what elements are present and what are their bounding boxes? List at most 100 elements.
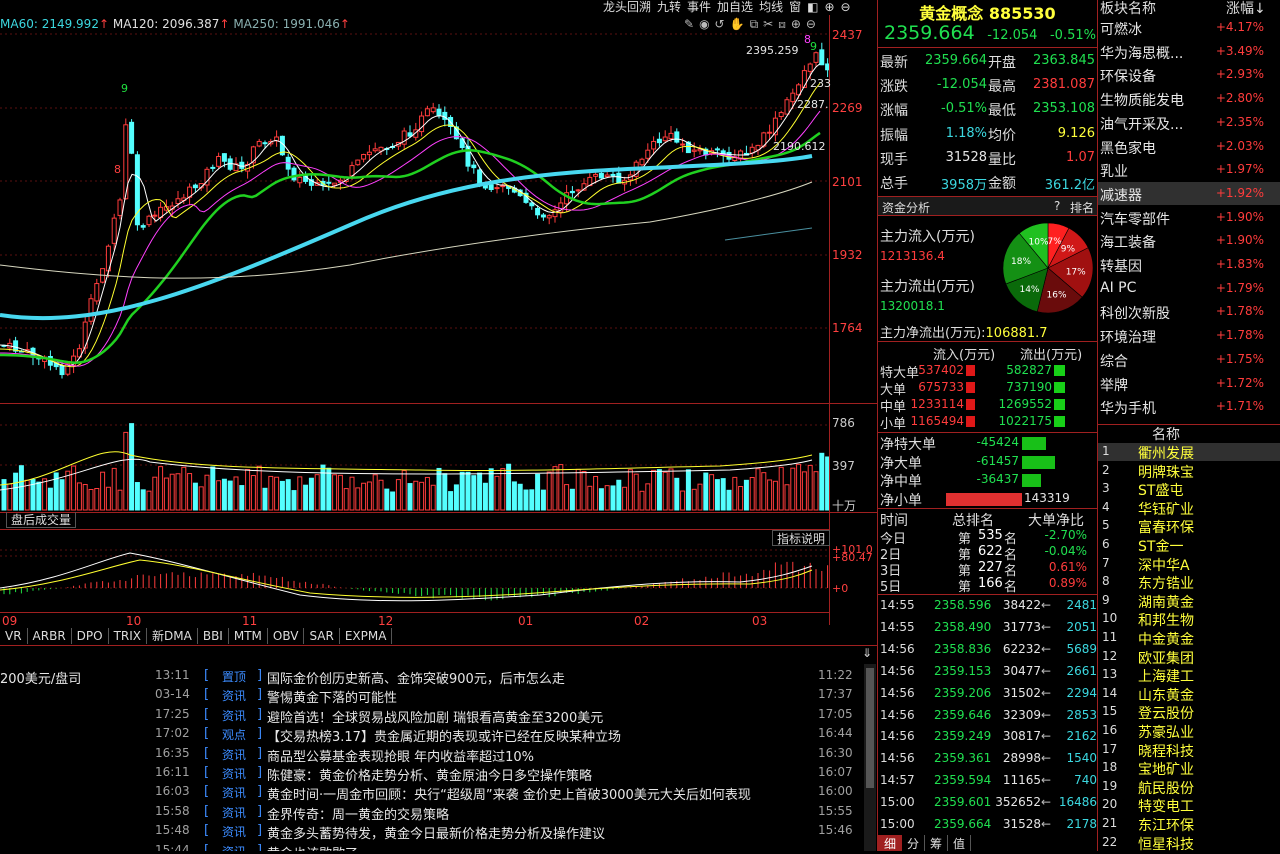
stock-row[interactable]: 5 富春环保 <box>1098 517 1280 536</box>
flow-out-bar <box>1054 399 1065 410</box>
sector-row[interactable]: AI PC +1.79% <box>1098 277 1280 300</box>
tick-time: 14:56 <box>880 641 915 656</box>
net-bar <box>1022 474 1041 487</box>
stock-row[interactable]: 11 中金黄金 <box>1098 629 1280 648</box>
stock-row[interactable]: 2 明牌珠宝 <box>1098 462 1280 481</box>
news-item[interactable]: 13:11 [置顶] 国际金价创历史新高、金饰突破900元，后市怎么走 11:22 <box>0 668 862 687</box>
stock-row[interactable]: 4 华钰矿业 <box>1098 499 1280 518</box>
news-scrollbar[interactable] <box>864 664 876 851</box>
sector-row[interactable]: 油气开采及... +2.35% <box>1098 111 1280 134</box>
sector-row[interactable]: 生物质能发电 +2.80% <box>1098 87 1280 110</box>
volume-bar <box>59 479 65 511</box>
indicator-tab-trix[interactable]: TRIX <box>109 628 148 644</box>
tick-price: 2359.664 <box>934 817 992 831</box>
indicator-tab-arbr[interactable]: ARBR <box>28 628 72 644</box>
rank-button[interactable]: 排名 <box>1070 199 1094 216</box>
news-item[interactable]: 03-14 [资讯] 警惕黄金下落的可能性 17:37 <box>0 687 862 706</box>
stock-row[interactable]: 15 登云股份 <box>1098 703 1280 722</box>
news-title[interactable]: 黄金多头蓄势待发，黄金今日最新价格走势分析及操作建议 <box>267 823 605 842</box>
indicator-tab-obv[interactable]: OBV <box>268 628 305 644</box>
stock-row[interactable]: 3 ST盛屯 <box>1098 480 1280 499</box>
sector-pct: +1.72% <box>1215 375 1264 390</box>
collapse-arrow-icon[interactable]: ⇓ <box>862 646 872 660</box>
indicator-tab-newdma[interactable]: 新DMA <box>147 628 198 644</box>
stock-row[interactable]: 21 东江环保 <box>1098 815 1280 834</box>
volume-bar <box>523 489 529 511</box>
stock-row[interactable]: 14 山东黄金 <box>1098 685 1280 704</box>
sector-row[interactable]: 环保设备 +2.93% <box>1098 63 1280 86</box>
stock-row[interactable]: 20 特变电工 <box>1098 796 1280 815</box>
volume-bar <box>100 471 106 511</box>
news-title[interactable]: 【交易热榜3.17】贵金属近期的表现或许已经在反映某种立场 <box>267 726 621 745</box>
indicator-tab-mtm[interactable]: MTM <box>229 628 268 644</box>
stock-row[interactable]: 9 湖南黄金 <box>1098 592 1280 611</box>
volume-bar <box>227 480 233 511</box>
news-item[interactable]: 17:02 [观点] 【交易热榜3.17】贵金属近期的表现或许已经在反映某种立场 16… <box>0 726 862 745</box>
news-title[interactable]: 黄金时间·一周金市回顾：央行“超级周”来袭 金价史上首破3000美元大关后如何表… <box>267 784 751 803</box>
stock-row[interactable]: 10 和邦生物 <box>1098 610 1280 629</box>
sector-row[interactable]: 环境治理 +1.78% <box>1098 324 1280 347</box>
stock-row[interactable]: 19 航民股份 <box>1098 778 1280 797</box>
news-item[interactable]: 15:48 [资讯] 黄金多头蓄势待发，黄金今日最新价格走势分析及操作建议 15:46 <box>0 823 862 842</box>
tab-minute[interactable]: 分 <box>902 835 926 851</box>
news-item[interactable]: 16:35 [资讯] 商品型公募基金表现抢眼 年内收益率超过10% 16:30 <box>0 746 862 765</box>
stock-row[interactable]: 12 欧亚集团 <box>1098 648 1280 667</box>
news-title[interactable]: 陈健豪：黄金价格走势分析、黄金原油今日多空操作策略 <box>267 765 592 784</box>
indicator-tab-sar[interactable]: SAR <box>304 628 340 644</box>
indicator-help-button[interactable]: 指标说明 <box>772 530 831 546</box>
indicator-tab-expma[interactable]: EXPMA <box>340 628 393 644</box>
indicator-tab-dpo[interactable]: DPO <box>72 628 109 644</box>
sector-row[interactable]: 华为海思概... +3.49% <box>1098 40 1280 63</box>
sector-row[interactable]: 举牌 +1.72% <box>1098 372 1280 395</box>
sector-row[interactable]: 可燃冰 +4.17% <box>1098 16 1280 39</box>
tab-value[interactable]: 值 <box>948 835 972 851</box>
news-item[interactable]: 16:03 [资讯] 黄金时间·一周金市回顾：央行“超级周”来袭 金价史上首破300… <box>0 784 862 803</box>
tick-volume: 30477 <box>1002 663 1041 678</box>
stock-row[interactable]: 1 衢州发展 <box>1098 443 1280 462</box>
sector-row[interactable]: 乳业 +1.97% <box>1098 158 1280 181</box>
stock-row[interactable]: 22 恒星科技 <box>1098 834 1280 853</box>
news-item[interactable]: 16:11 [资讯] 陈健豪：黄金价格走势分析、黄金原油今日多空操作策略 16:07 <box>0 765 862 784</box>
volume-tab[interactable]: 盘后成交量 <box>6 512 77 528</box>
news-item[interactable]: 15:58 [资讯] 金界传奇：周一黄金的交易策略 15:55 <box>0 804 862 823</box>
news-item[interactable]: 15:44 [资讯] 黄金也该歇歇了 <box>0 843 862 851</box>
news-item[interactable]: 17:25 [资讯] 避险首选！全球贸易战风险加剧 瑞银看高黄金至3200美元 17:… <box>0 707 862 726</box>
stock-index: 8 <box>1102 574 1110 589</box>
volume-bar <box>204 474 210 511</box>
volume-bar <box>558 464 564 511</box>
ma-line <box>0 63 821 367</box>
news-title[interactable]: 警惕黄金下落的可能性 <box>267 687 397 706</box>
news-title[interactable]: 避险首选！全球贸易战风险加剧 瑞银看高黄金至3200美元 <box>267 707 603 726</box>
stat-value: 9.126 <box>1057 125 1095 141</box>
sector-row[interactable]: 转基因 +1.83% <box>1098 253 1280 276</box>
tab-detail[interactable]: 细 <box>878 835 903 851</box>
stock-row[interactable]: 6 ST金一 <box>1098 536 1280 555</box>
stock-row[interactable]: 16 苏豪弘业 <box>1098 722 1280 741</box>
sector-row[interactable]: 综合 +1.75% <box>1098 348 1280 371</box>
news-title[interactable]: 金界传奇：周一黄金的交易策略 <box>267 804 449 823</box>
tab-chips[interactable]: 筹 <box>925 835 949 851</box>
stock-row[interactable]: 13 上海建工 <box>1098 666 1280 685</box>
stock-row[interactable]: 18 宝地矿业 <box>1098 759 1280 778</box>
sector-row[interactable]: 科创次新股 +1.78% <box>1098 300 1280 323</box>
stock-row[interactable]: 8 东方锆业 <box>1098 573 1280 592</box>
kline-chart-panel[interactable]: 龙头回溯 九转 事件 加自选 均线 窗 ◧ ⊕ ⊖ ✎◉↺✋⧉✂⧈⊕⊖ MA60… <box>0 0 877 660</box>
sector-row[interactable]: 汽车零部件 +1.90% <box>1098 206 1280 229</box>
news-title[interactable]: 黄金也该歇歇了 <box>267 843 358 851</box>
sector-row[interactable]: 减速器 +1.92% <box>1098 181 1280 205</box>
sector-row[interactable]: 海工装备 +1.90% <box>1098 229 1280 252</box>
indicator-tab-vr[interactable]: VR <box>0 628 28 644</box>
stock-index: 10 <box>1102 611 1118 626</box>
sector-row[interactable]: 黑色家电 +2.03% <box>1098 135 1280 158</box>
stock-row[interactable]: 7 深中华A <box>1098 555 1280 574</box>
news-title[interactable]: 商品型公募基金表现抢眼 年内收益率超过10% <box>267 746 534 765</box>
tick-price: 2359.361 <box>934 751 992 766</box>
sector-pct: +1.78% <box>1215 304 1264 319</box>
candle-body <box>239 161 245 169</box>
sector-row[interactable]: 华为手机 +1.71% <box>1098 395 1280 418</box>
help-button[interactable]: ? <box>1054 199 1060 213</box>
tick-time: 14:55 <box>880 598 915 612</box>
news-title[interactable]: 国际金价创历史新高、金饰突破900元，后市怎么走 <box>267 668 565 687</box>
indicator-tab-bbi[interactable]: BBI <box>198 628 229 644</box>
stock-row[interactable]: 17 晓程科技 <box>1098 741 1280 760</box>
